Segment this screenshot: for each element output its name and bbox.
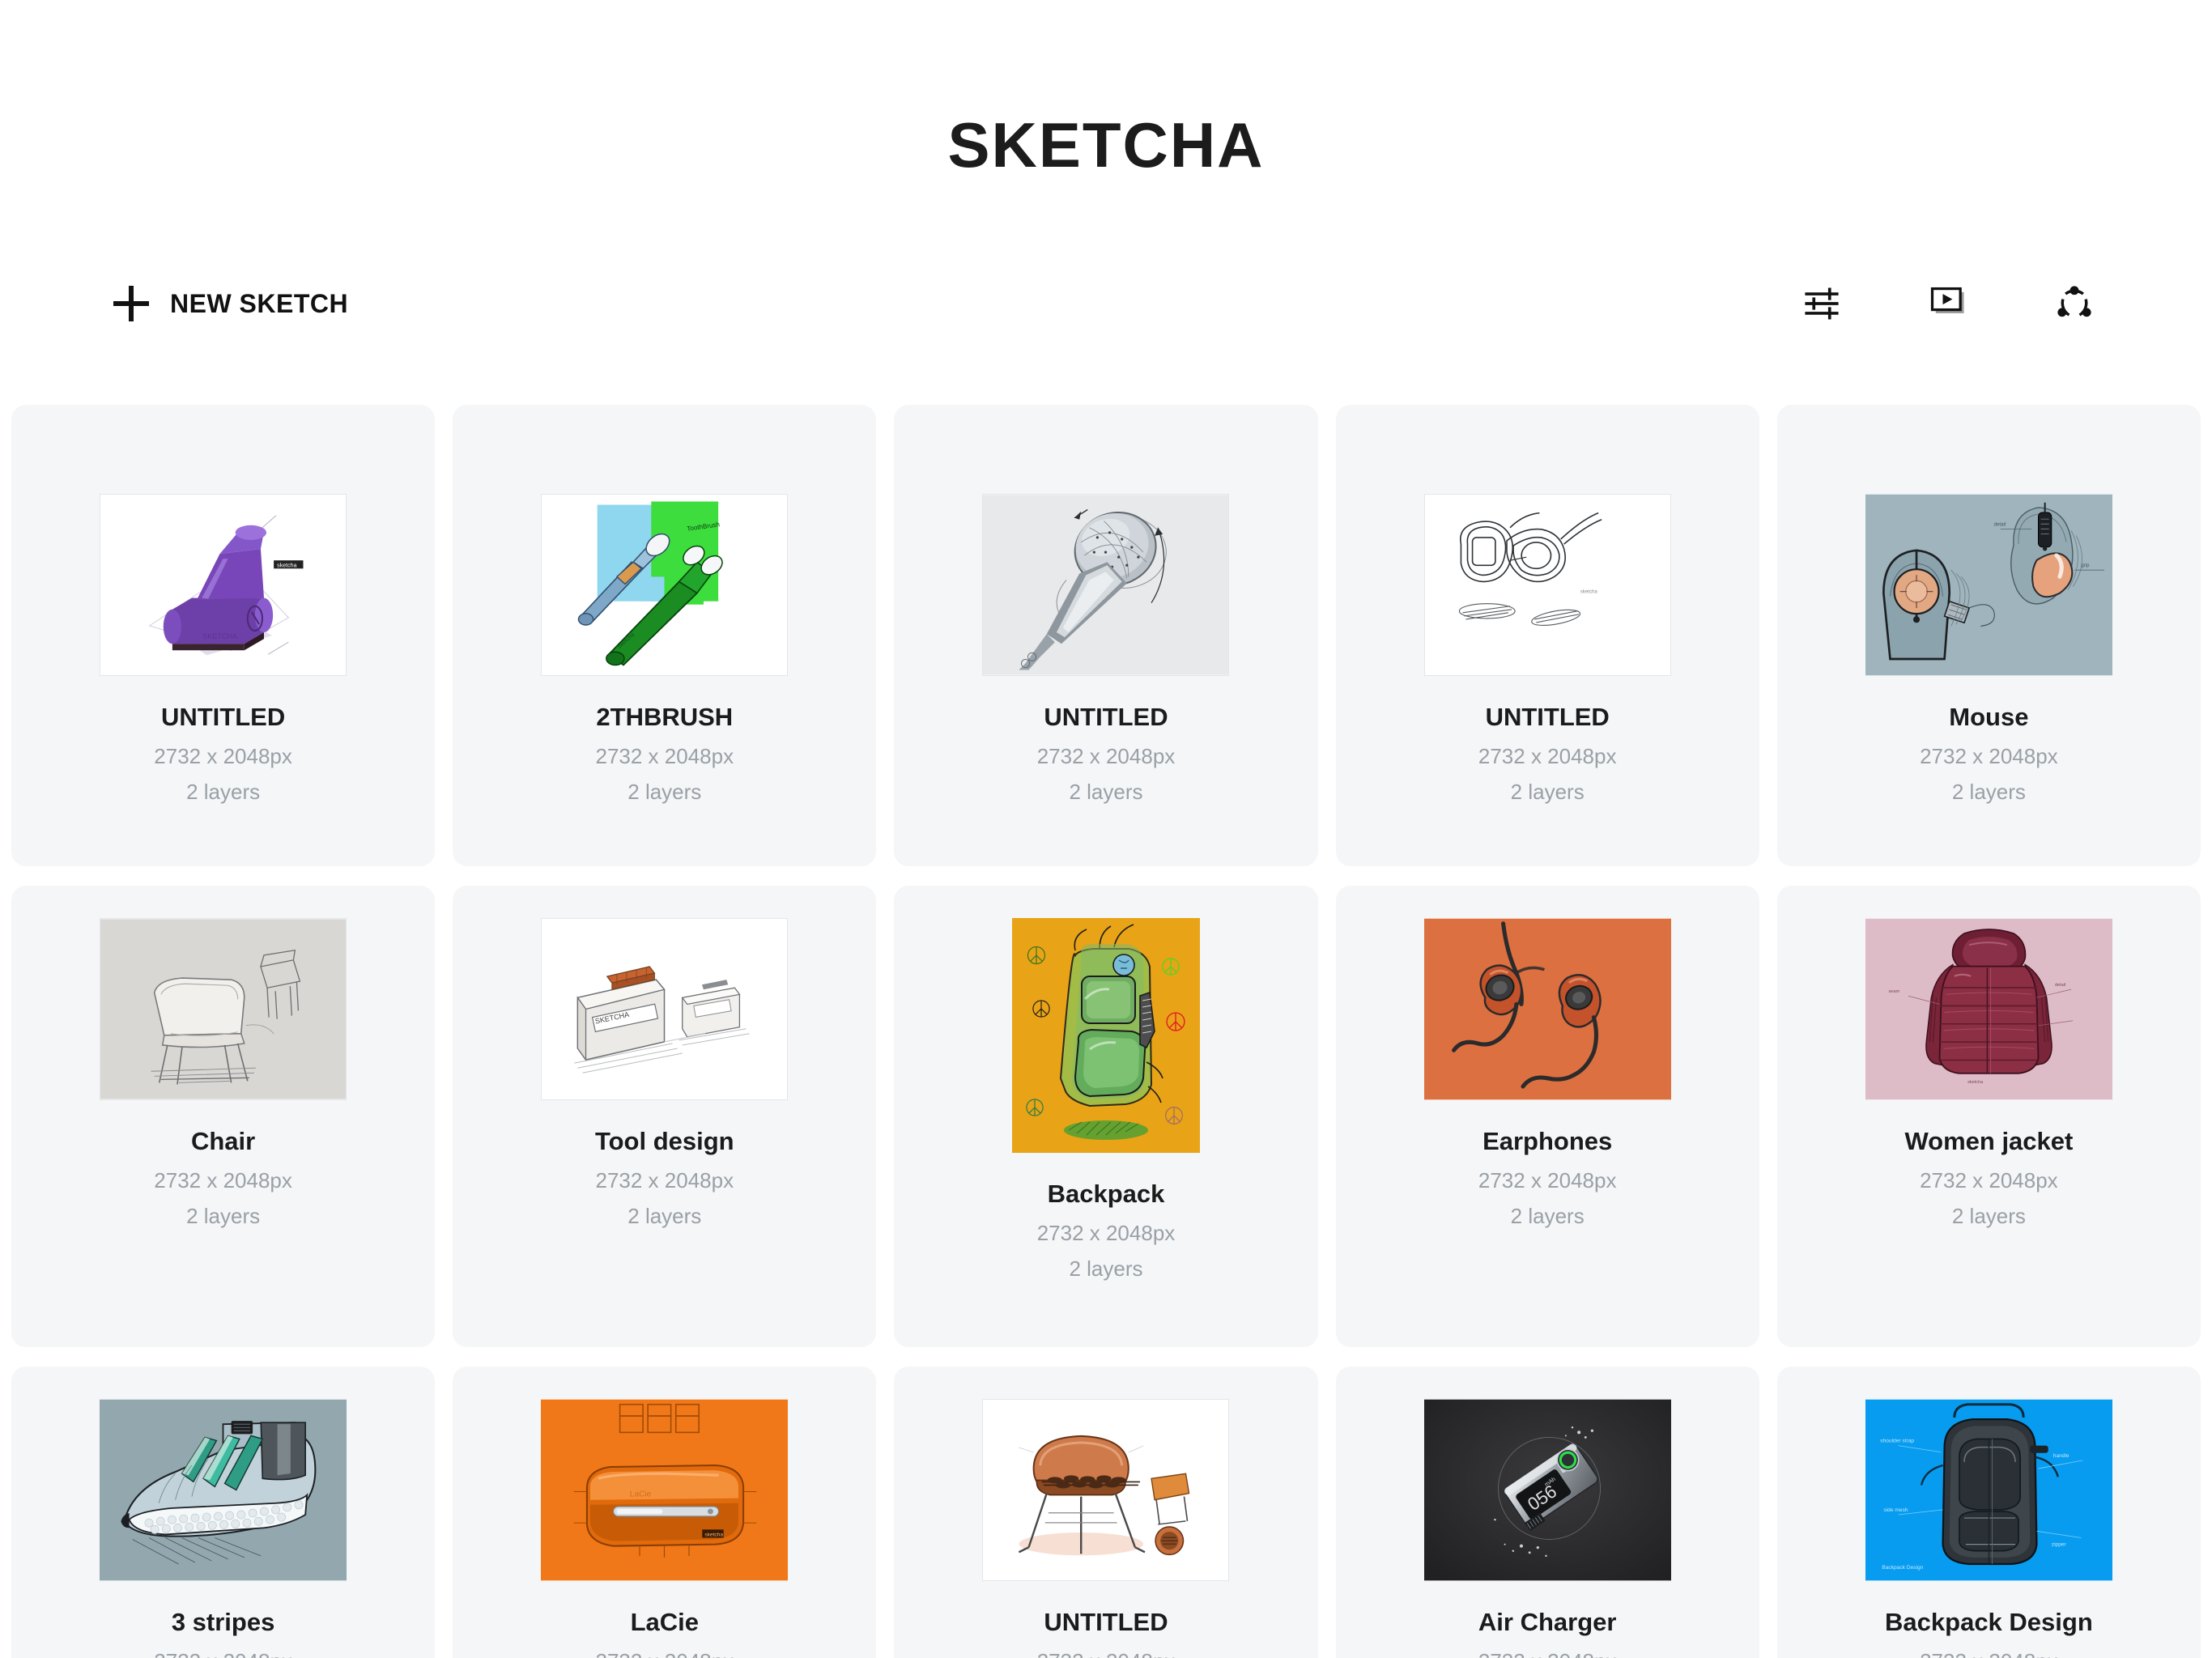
- sketch-card[interactable]: sketcha LaCie LaCie 2732 x 2048px 2 laye…: [453, 1367, 877, 1658]
- sketch-layers: 2 layers: [1510, 1204, 1585, 1229]
- sketch-thumbnail: sketcha: [1423, 494, 1671, 676]
- sketch-dimensions: 2732 x 2048px: [154, 1168, 292, 1193]
- sketch-title: UNTITLED: [1044, 703, 1168, 731]
- sketch-title: Earphones: [1482, 1127, 1613, 1155]
- sketch-title: UNTITLED: [160, 703, 286, 731]
- sketch-dimensions: 2732 x 2048px: [1478, 1168, 1617, 1193]
- sketch-thumbnail: [100, 918, 347, 1100]
- sketch-grid: SKETCHA sketcha UNTITLED 2732 x 2048px 2…: [0, 405, 2212, 1658]
- sketch-card[interactable]: 056 mAh Air Charger: [1335, 1367, 1759, 1658]
- svg-text:grip: grip: [2081, 563, 2090, 568]
- sketch-dimensions: 2732 x 2048px: [1478, 744, 1617, 769]
- sketch-title: Backpack: [1047, 1180, 1165, 1208]
- sketch-thumbnail: [1423, 918, 1671, 1100]
- svg-text:Backpack Design: Backpack Design: [1882, 1565, 1923, 1571]
- sketch-layers: 2 layers: [627, 1204, 702, 1229]
- sketch-card[interactable]: SKETCHA sketcha UNTITLED 2732 x 2048px 2…: [11, 405, 436, 866]
- sketch-layers: 2 layers: [186, 1204, 261, 1229]
- sketch-layers: 2 layers: [186, 780, 261, 805]
- sketch-dimensions: 2732 x 2048px: [154, 744, 292, 769]
- svg-text:side mesh: side mesh: [1883, 1507, 1908, 1513]
- sketch-title: Backpack Design: [1885, 1608, 2093, 1636]
- sketch-thumbnail: [982, 494, 1230, 676]
- sketch-layers: 2 layers: [1951, 1204, 2026, 1229]
- toolbar-icons: [1797, 279, 2099, 328]
- new-sketch-button[interactable]: NEW SKETCH: [113, 286, 348, 321]
- sketch-dimensions: 2732 x 2048px: [154, 1649, 292, 1658]
- share-icon[interactable]: [2050, 279, 2099, 328]
- sketch-title: 2THBRUSH: [596, 703, 734, 731]
- svg-text:sketcha: sketcha: [1580, 590, 1597, 595]
- sketcha-app: SKETCHA NEW SKETCH SKETCHA sketcha UNTIT…: [0, 0, 2212, 1658]
- sketch-thumbnail: 056 mAh: [1423, 1399, 1671, 1581]
- slideshow-icon[interactable]: [1924, 279, 1972, 328]
- sketch-dimensions: 2732 x 2048px: [595, 1168, 734, 1193]
- plus-icon: [113, 286, 149, 321]
- sketch-title: Women jacket: [1904, 1127, 2074, 1155]
- sketch-title: 3 stripes: [171, 1608, 275, 1636]
- sketch-card[interactable]: 3 stripes 2732 x 2048px 2 layers: [11, 1367, 436, 1658]
- sketch-title: LaCie: [630, 1608, 699, 1636]
- sketch-thumbnail: shoulder strap side mesh handle zipper B…: [1865, 1399, 2112, 1581]
- new-sketch-label: NEW SKETCH: [170, 288, 349, 318]
- sketch-dimensions: 2732 x 2048px: [1036, 1221, 1176, 1246]
- sketch-layers: 2 layers: [1069, 1256, 1143, 1282]
- sketch-thumbnail: [982, 1399, 1230, 1581]
- sketch-card[interactable]: shoulder strap side mesh handle zipper B…: [1776, 1367, 2201, 1658]
- sketch-thumbnail: SKETCHA: [541, 918, 789, 1100]
- sketch-title: Mouse: [1949, 703, 2029, 731]
- svg-text:seam: seam: [1888, 989, 1899, 994]
- settings-sliders-icon[interactable]: [1797, 279, 1846, 328]
- sketch-dimensions: 2732 x 2048px: [1037, 1649, 1176, 1658]
- sketch-layers: 2 layers: [1069, 780, 1143, 805]
- sketch-dimensions: 2732 x 2048px: [1920, 1649, 2058, 1658]
- sketch-title: Chair: [190, 1127, 256, 1155]
- sketch-dimensions: 2732 x 2048px: [595, 1649, 734, 1658]
- svg-text:detail: detail: [1993, 521, 2006, 527]
- sketch-thumbnail: ToothBrush Sketcha: [541, 494, 789, 676]
- svg-text:handle: handle: [2053, 1453, 2069, 1459]
- sketch-card[interactable]: detail grip Mouse 2732 x 2048px 2 layers: [1776, 405, 2201, 866]
- sketch-dimensions: 2732 x 2048px: [1478, 1649, 1617, 1658]
- sketch-thumbnail: [1011, 918, 1200, 1153]
- sketch-thumbnail: SKETCHA sketcha: [100, 494, 347, 676]
- sketch-card[interactable]: UNTITLED 2732 x 2048px 2 layers: [894, 1367, 1318, 1658]
- sketch-layers: 2 layers: [1951, 780, 2026, 805]
- sketch-layers: 2 layers: [1510, 780, 1585, 805]
- sketch-card[interactable]: Backpack 2732 x 2048px 2 layers: [894, 886, 1318, 1347]
- sketch-dimensions: 2732 x 2048px: [1920, 744, 2058, 769]
- svg-text:sketcha: sketcha: [1967, 1080, 1984, 1085]
- svg-text:SKETCHA: SKETCHA: [202, 632, 238, 640]
- sketch-title: UNTITLED: [1044, 1608, 1168, 1636]
- sketch-title: UNTITLED: [1485, 703, 1610, 731]
- sketch-dimensions: 2732 x 2048px: [595, 744, 734, 769]
- svg-text:sketcha: sketcha: [277, 563, 296, 568]
- sketch-title: Air Charger: [1478, 1608, 1617, 1636]
- sketch-title: Tool design: [594, 1127, 734, 1155]
- sketch-card[interactable]: Earphones 2732 x 2048px 2 layers: [1335, 886, 1759, 1347]
- sketch-card[interactable]: sketcha UNTITLED 2732 x 2048px 2 layers: [1335, 405, 1759, 866]
- sketch-card[interactable]: detail seam sketcha Women jacket 2732 x …: [1776, 886, 2201, 1347]
- svg-text:zipper: zipper: [2052, 1542, 2067, 1548]
- sketch-card[interactable]: UNTITLED 2732 x 2048px 2 layers: [894, 405, 1318, 866]
- svg-text:shoulder strap: shoulder strap: [1880, 1439, 1914, 1444]
- sketch-dimensions: 2732 x 2048px: [1036, 744, 1176, 769]
- page-title: SKETCHA: [947, 109, 1265, 181]
- toolbar: NEW SKETCH: [0, 267, 2212, 340]
- sketch-card[interactable]: Chair 2732 x 2048px 2 layers: [11, 886, 436, 1347]
- sketch-thumbnail: sketcha LaCie: [541, 1399, 789, 1581]
- sketch-card[interactable]: SKETCHA Tool design 2732 x 2048px 2 laye…: [453, 886, 877, 1347]
- sketch-layers: 2 layers: [627, 780, 702, 805]
- sketch-thumbnail: detail grip: [1865, 494, 2112, 676]
- svg-text:sketcha: sketcha: [705, 1532, 724, 1537]
- sketch-thumbnail: [100, 1399, 347, 1581]
- sketch-card[interactable]: ToothBrush Sketcha 2THBRUSH 2732 x 2048p…: [453, 405, 877, 866]
- sketch-dimensions: 2732 x 2048px: [1920, 1168, 2058, 1193]
- svg-text:detail: detail: [2055, 983, 2065, 988]
- svg-text:LaCie: LaCie: [630, 1490, 652, 1499]
- sketch-thumbnail: detail seam sketcha: [1865, 918, 2112, 1100]
